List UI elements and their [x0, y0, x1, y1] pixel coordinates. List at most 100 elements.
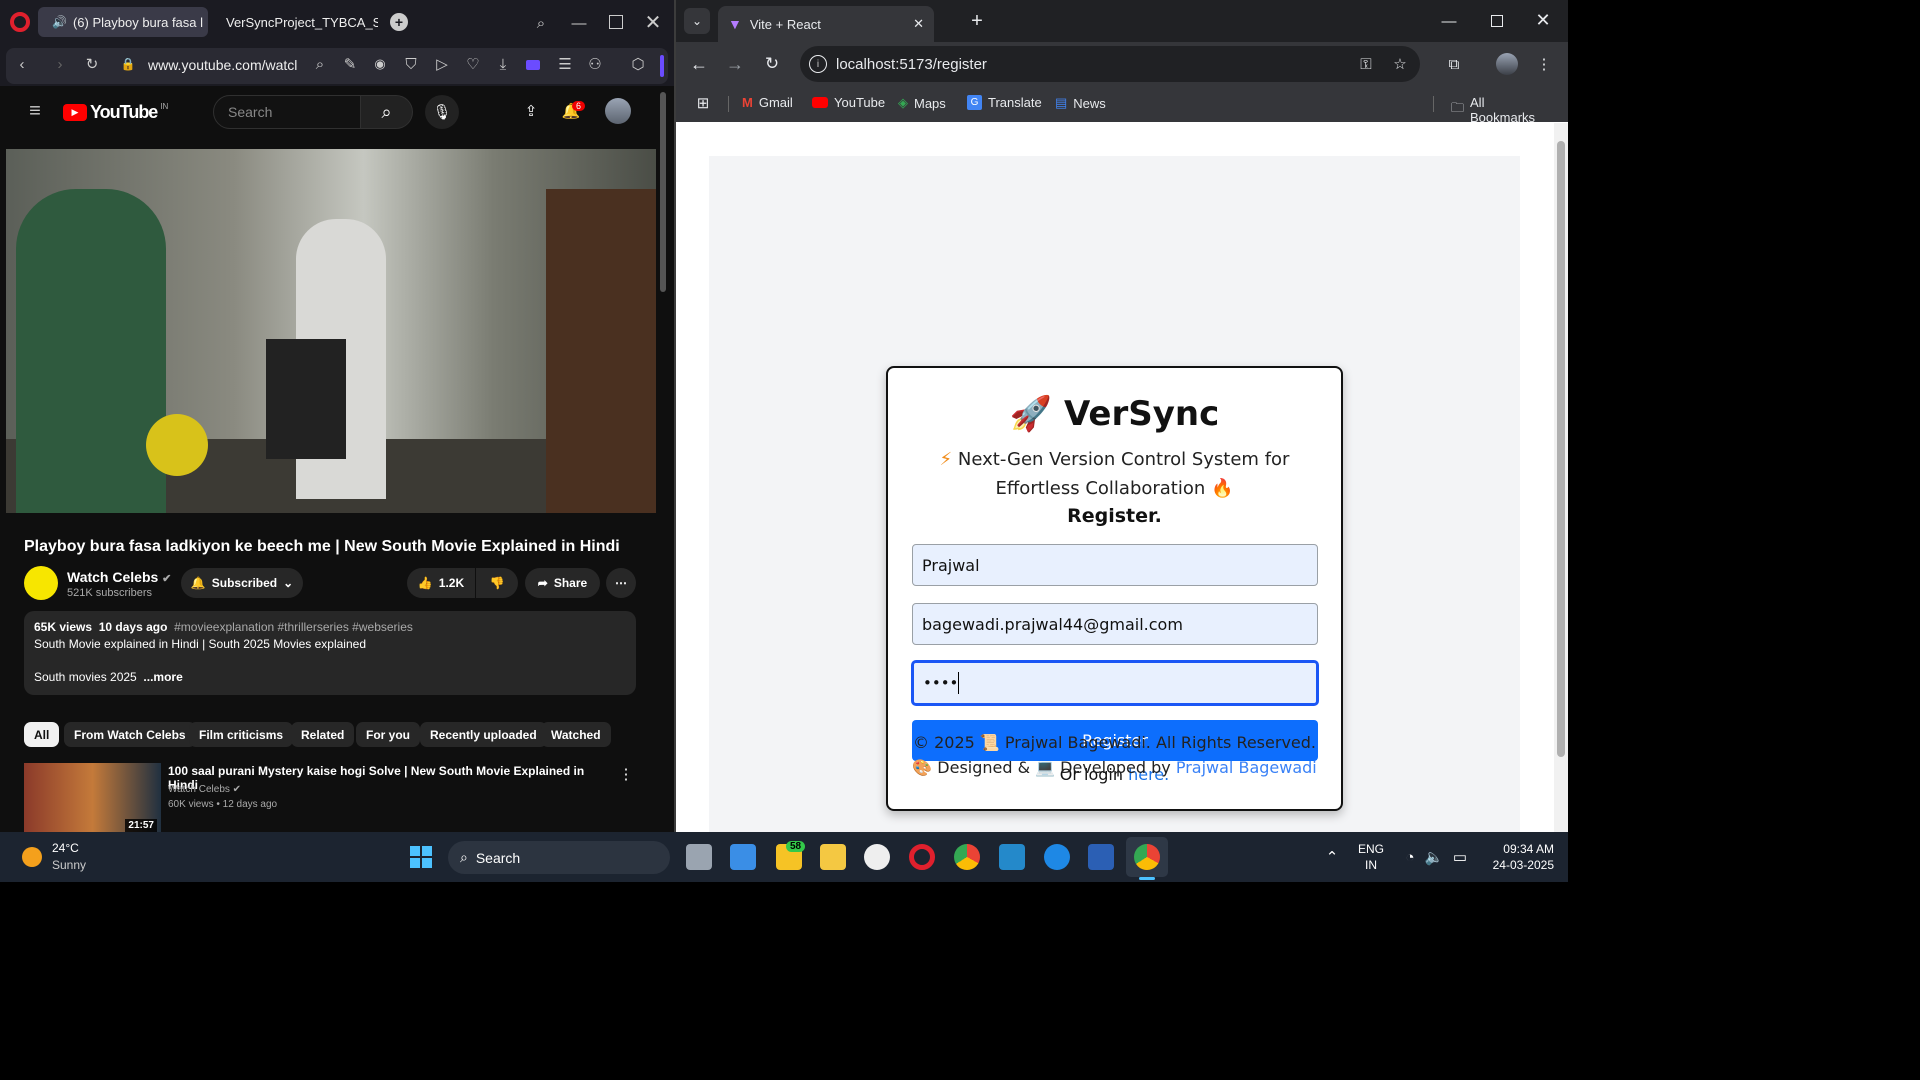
chevron-up-icon[interactable]: ⌃ [1322, 847, 1342, 867]
like-button[interactable]: 👍 1.2K [407, 568, 475, 598]
extensions-icon[interactable]: ⬡ [628, 54, 648, 74]
menu-icon[interactable]: ≡ [24, 100, 46, 122]
chip-watched[interactable]: Watched [541, 722, 611, 747]
profile-avatar[interactable] [1496, 53, 1518, 75]
chrome-menu-icon[interactable]: ⋮ [1536, 53, 1552, 75]
chip-all[interactable]: All [24, 722, 60, 747]
video-player[interactable] [6, 149, 656, 513]
chrome-profile-icon[interactable] [1134, 844, 1160, 870]
site-info-icon[interactable]: i [809, 55, 827, 73]
chip-film-criticisms[interactable]: Film criticisms [189, 722, 294, 747]
edit-icon[interactable]: ✎ [340, 54, 360, 74]
new-tab-icon[interactable]: + [966, 10, 988, 32]
wifi-icon[interactable]: ◔ [1400, 847, 1420, 867]
close-icon[interactable]: ✕ [1532, 9, 1554, 31]
weather-temperature[interactable]: 24°C [52, 841, 79, 855]
page-scrollbar[interactable] [660, 92, 666, 292]
notepad-icon[interactable] [730, 844, 756, 870]
chip-from-channel[interactable]: From Watch Celebs [64, 722, 196, 747]
subscribed-button[interactable]: 🔔 Subscribed ⌄ [181, 568, 303, 598]
maximize-icon[interactable] [609, 15, 623, 29]
word-icon[interactable] [1088, 844, 1114, 870]
scroll-thumb[interactable] [1557, 141, 1565, 757]
password-key-icon[interactable]: ⚿ [1356, 54, 1376, 74]
file-explorer-icon[interactable] [820, 844, 846, 870]
dislike-button[interactable]: 👎 [476, 568, 518, 598]
tab-youtube[interactable]: 🔊 (6) Playboy bura fasa l [38, 7, 208, 37]
opera-logo-icon[interactable] [10, 12, 30, 32]
taskbar-search[interactable]: ⌕ Search [448, 841, 670, 874]
share-button[interactable]: ➦ Share [525, 568, 600, 598]
clock-app-icon[interactable] [864, 844, 890, 870]
forward-icon[interactable]: → [724, 53, 746, 75]
weather-sun-icon[interactable] [22, 847, 42, 867]
battery-icon[interactable]: ▭ [1450, 847, 1470, 867]
opera-icon[interactable] [909, 844, 935, 870]
bookmark-youtube[interactable]: YouTube [812, 95, 885, 110]
speaker-icon[interactable]: 🔊 [52, 15, 67, 29]
bookmark-star-icon[interactable]: ☆ [1390, 54, 1410, 74]
chip-recently-uploaded[interactable]: Recently uploaded [420, 722, 547, 747]
back-icon[interactable]: ← [688, 53, 710, 75]
tab-search-icon[interactable]: ⌄ [684, 8, 710, 34]
channel-name[interactable]: Watch Celebs ✔ [67, 569, 171, 585]
extensions-icon[interactable]: ⧉ [1443, 53, 1465, 75]
hashtags[interactable]: #movieexplanation #thrillerseries #webse… [174, 620, 413, 634]
recommended-thumbnail[interactable]: 21:57 [24, 763, 161, 832]
language-indicator[interactable]: ENG IN [1358, 841, 1384, 873]
camera-icon[interactable]: ◉ [370, 54, 390, 74]
email-field[interactable]: bagewadi.prajwal44@gmail.com [912, 603, 1318, 645]
close-icon[interactable]: ✕ [642, 11, 664, 34]
find-icon[interactable]: ⌕ [310, 54, 330, 74]
minimize-icon[interactable]: — [1438, 10, 1460, 32]
description-box[interactable]: 65K views 10 days ago #movieexplanation … [24, 611, 636, 695]
omnibox[interactable]: i localhost:5173/register ⚿ ☆ [800, 46, 1420, 82]
page-scrollbar[interactable] [1554, 123, 1568, 832]
search-input[interactable]: Search [213, 95, 361, 129]
app-store-icon[interactable] [1044, 844, 1070, 870]
author-link[interactable]: Prajwal Bagewadi [1176, 758, 1317, 777]
channel-avatar[interactable] [24, 566, 58, 600]
easy-setup-icon[interactable]: ☰ [555, 54, 575, 74]
more-vertical-icon[interactable]: ⋮ [618, 764, 634, 784]
avatar[interactable] [605, 98, 631, 124]
password-field[interactable]: •••• [912, 661, 1318, 705]
new-tab-icon[interactable]: + [390, 13, 408, 31]
send-icon[interactable]: ▷ [432, 54, 452, 74]
all-bookmarks[interactable]: 🗀 All Bookmarks [1451, 95, 1552, 125]
clock[interactable]: 09:34 AM 24-03-2025 [1478, 841, 1554, 873]
maximize-icon[interactable] [1491, 15, 1503, 27]
username-field[interactable]: Prajwal [912, 544, 1318, 586]
url-text[interactable]: www.youtube.com/watcl [148, 57, 298, 73]
chip-for-you[interactable]: For you [356, 722, 420, 747]
more-actions-button[interactable]: ⋯ [606, 568, 636, 598]
task-view-icon[interactable] [686, 844, 712, 870]
reload-icon[interactable]: ↻ [761, 53, 783, 75]
upload-icon[interactable]: ⇪ [520, 100, 542, 122]
close-tab-icon[interactable]: ✕ [913, 16, 924, 32]
recommended-channel[interactable]: Watch Celebs ✔ [168, 784, 241, 795]
download-icon[interactable]: ⤓ [493, 54, 513, 74]
volume-icon[interactable]: 🔈 [1424, 847, 1444, 867]
bookmark-maps[interactable]: ◈ Maps [898, 95, 946, 111]
weather-condition[interactable]: Sunny [52, 858, 86, 872]
forward-icon[interactable]: › [50, 54, 70, 74]
search-button[interactable]: ⌕ [361, 95, 413, 129]
shield-icon[interactable]: ⛉ [401, 54, 421, 74]
youtube-logo[interactable]: ▶ YouTube IN [63, 102, 168, 123]
chip-related[interactable]: Related [291, 722, 355, 747]
tab-vite-react[interactable]: ▼ Vite + React ✕ [718, 6, 934, 42]
minimize-icon[interactable]: — [568, 12, 590, 34]
bookmark-gmail[interactable]: M Gmail [742, 95, 793, 110]
bookmark-news[interactable]: ▤ News [1055, 95, 1106, 111]
start-button[interactable] [410, 846, 432, 868]
heart-icon[interactable]: ♡ [463, 54, 483, 74]
microphone-icon[interactable]: 🎙 [425, 95, 459, 129]
battery-saver-icon[interactable] [526, 60, 540, 70]
more-link[interactable]: ...more [143, 670, 182, 684]
vscode-icon[interactable] [999, 844, 1025, 870]
reload-icon[interactable]: ↻ [82, 54, 102, 74]
back-icon[interactable]: ‹ [12, 54, 32, 74]
tab-github[interactable]: VerSyncProject_TYBCA_SE [212, 7, 378, 37]
chrome-icon[interactable] [954, 844, 980, 870]
